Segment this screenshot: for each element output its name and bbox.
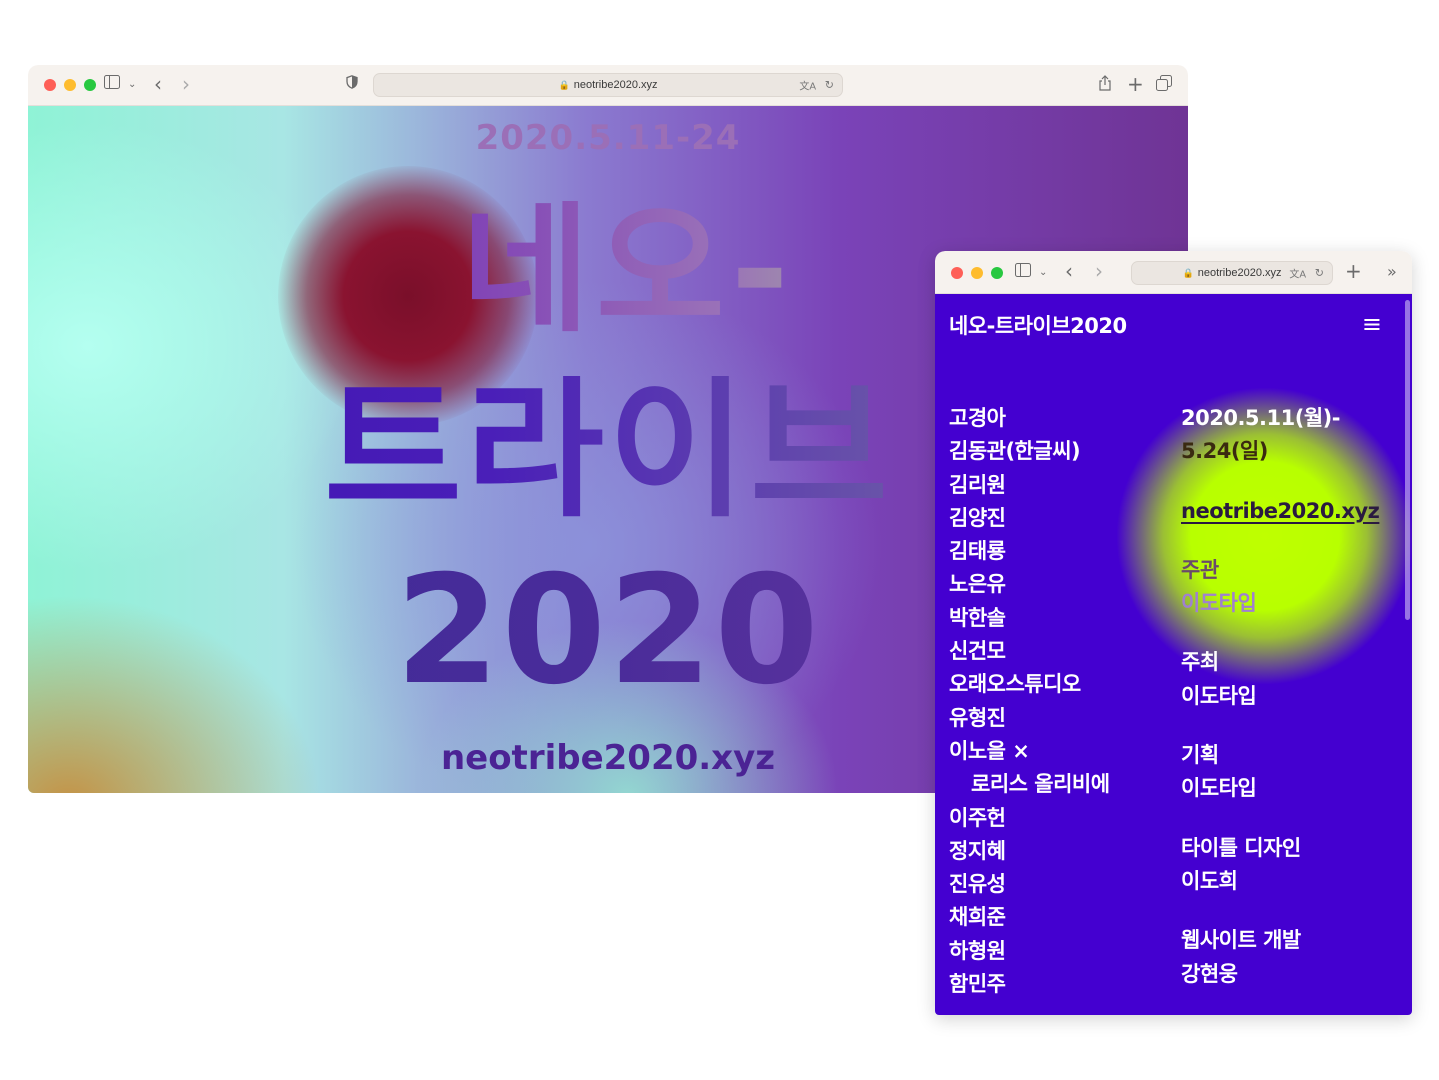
artist-item[interactable]: 노은유 bbox=[949, 568, 1110, 601]
chevron-down-icon[interactable]: ⌄ bbox=[1039, 263, 1047, 283]
address-bar[interactable]: 🔒 neotribe2020.xyz 文A ↻ bbox=[1131, 261, 1333, 285]
artist-item[interactable]: 오래오스튜디오 bbox=[949, 668, 1110, 701]
close-window-button[interactable] bbox=[951, 267, 963, 279]
address-text: neotribe2020.xyz bbox=[573, 79, 658, 91]
artist-item[interactable]: 박한솔 bbox=[949, 602, 1110, 635]
reload-icon[interactable]: ↻ bbox=[825, 79, 834, 92]
lock-icon: 🔒 bbox=[558, 79, 570, 90]
credit-role: 주최 bbox=[1181, 650, 1219, 675]
event-info: 2020.5.11(월)- 5.24(일) neotribe2020.xyz 주… bbox=[1181, 402, 1381, 991]
minimize-window-button[interactable] bbox=[971, 267, 983, 279]
credit-role: 타이틀 디자인 bbox=[1181, 835, 1301, 860]
credit-name: 이도타입 bbox=[1181, 591, 1257, 616]
poster-date: 2020.5.11-24 bbox=[475, 118, 741, 158]
artist-item[interactable]: 채희준 bbox=[949, 901, 1110, 934]
window-controls-mobile bbox=[951, 267, 1003, 279]
artist-item[interactable]: 김태룡 bbox=[949, 535, 1110, 568]
site-link[interactable]: neotribe2020.xyz bbox=[1181, 495, 1381, 528]
artist-item[interactable]: 진유성 bbox=[949, 868, 1110, 901]
zoom-window-button[interactable] bbox=[84, 79, 96, 91]
credit-name: 강현웅 bbox=[1181, 961, 1238, 986]
reload-icon[interactable]: ↻ bbox=[1315, 267, 1324, 280]
sidebar-toggle-icon[interactable] bbox=[1015, 263, 1031, 277]
share-icon[interactable] bbox=[1098, 75, 1112, 91]
site-title[interactable]: 네오-트라이브2020 bbox=[949, 310, 1127, 340]
address-text: neotribe2020.xyz bbox=[1197, 267, 1282, 279]
scrollbar[interactable] bbox=[1405, 300, 1410, 620]
lock-icon: 🔒 bbox=[1182, 267, 1194, 278]
artist-list: 고경아 김동관(한글씨) 김리원 김양진 김태룡 노은유 박한솔 신건모 오래오… bbox=[949, 402, 1110, 1001]
page-viewport-mobile: 네오-트라이브2020 ≡ 고경아 김동관(한글씨) 김리원 김양진 김태룡 노… bbox=[935, 294, 1412, 1015]
close-window-button[interactable] bbox=[44, 79, 56, 91]
translate-icon[interactable]: 文A bbox=[1289, 266, 1306, 281]
browser-toolbar: ⌄ ‹ › 🔒 neotribe2020.xyz 文A ↻ + bbox=[28, 65, 1188, 106]
shield-icon[interactable] bbox=[346, 75, 358, 89]
artist-item[interactable]: 로리스 올리비에 bbox=[949, 768, 1110, 801]
more-toolbar-icon[interactable]: » bbox=[1387, 262, 1397, 282]
artist-item[interactable]: 정지혜 bbox=[949, 835, 1110, 868]
forward-button[interactable]: › bbox=[1095, 261, 1103, 281]
new-tab-button[interactable]: + bbox=[1127, 74, 1144, 94]
zoom-window-button[interactable] bbox=[991, 267, 1003, 279]
credit-name: 이도타입 bbox=[1181, 683, 1257, 708]
artist-item[interactable]: 김동관(한글씨) bbox=[949, 435, 1110, 468]
sidebar-toggle-icon[interactable] bbox=[104, 75, 120, 89]
credit-role: 주관 bbox=[1181, 557, 1219, 582]
address-bar[interactable]: 🔒 neotribe2020.xyz 文A ↻ bbox=[373, 73, 843, 97]
browser-toolbar-mobile: ⌄ ‹ › 🔒 neotribe2020.xyz 文A ↻ + » bbox=[935, 251, 1412, 294]
forward-button[interactable]: › bbox=[182, 74, 190, 94]
event-date-start: 2020.5.11(월)- bbox=[1181, 406, 1340, 430]
window-controls bbox=[44, 79, 96, 91]
artist-item[interactable]: 신건모 bbox=[949, 635, 1110, 668]
artist-item[interactable]: 이노을 × bbox=[949, 735, 1110, 768]
artist-item[interactable]: 이주헌 bbox=[949, 802, 1110, 835]
event-date-end: 5.24(일) bbox=[1181, 439, 1268, 464]
credit-name: 이도타입 bbox=[1181, 776, 1257, 801]
artist-item[interactable]: 김리원 bbox=[949, 469, 1110, 502]
artist-item[interactable]: 고경아 bbox=[949, 402, 1110, 435]
credit-name: 이도희 bbox=[1181, 868, 1238, 893]
back-button[interactable]: ‹ bbox=[154, 74, 162, 94]
credit-role: 기획 bbox=[1181, 743, 1219, 768]
new-tab-button[interactable]: + bbox=[1345, 261, 1362, 281]
artist-item[interactable]: 김양진 bbox=[949, 502, 1110, 535]
artist-item[interactable]: 함민주 bbox=[949, 968, 1110, 1001]
credit-role: 웹사이트 개발 bbox=[1181, 928, 1301, 953]
back-button[interactable]: ‹ bbox=[1065, 261, 1073, 281]
minimize-window-button[interactable] bbox=[64, 79, 76, 91]
translate-icon[interactable]: 文A bbox=[799, 78, 816, 93]
browser-window-mobile: ⌄ ‹ › 🔒 neotribe2020.xyz 文A ↻ + » 네오-트라이… bbox=[935, 251, 1412, 1015]
artist-item[interactable]: 유형진 bbox=[949, 702, 1110, 735]
hamburger-menu-icon[interactable]: ≡ bbox=[1362, 312, 1382, 336]
chevron-down-icon[interactable]: ⌄ bbox=[128, 75, 136, 95]
tab-overview-icon[interactable] bbox=[1156, 75, 1172, 91]
artist-item[interactable]: 하형원 bbox=[949, 935, 1110, 968]
